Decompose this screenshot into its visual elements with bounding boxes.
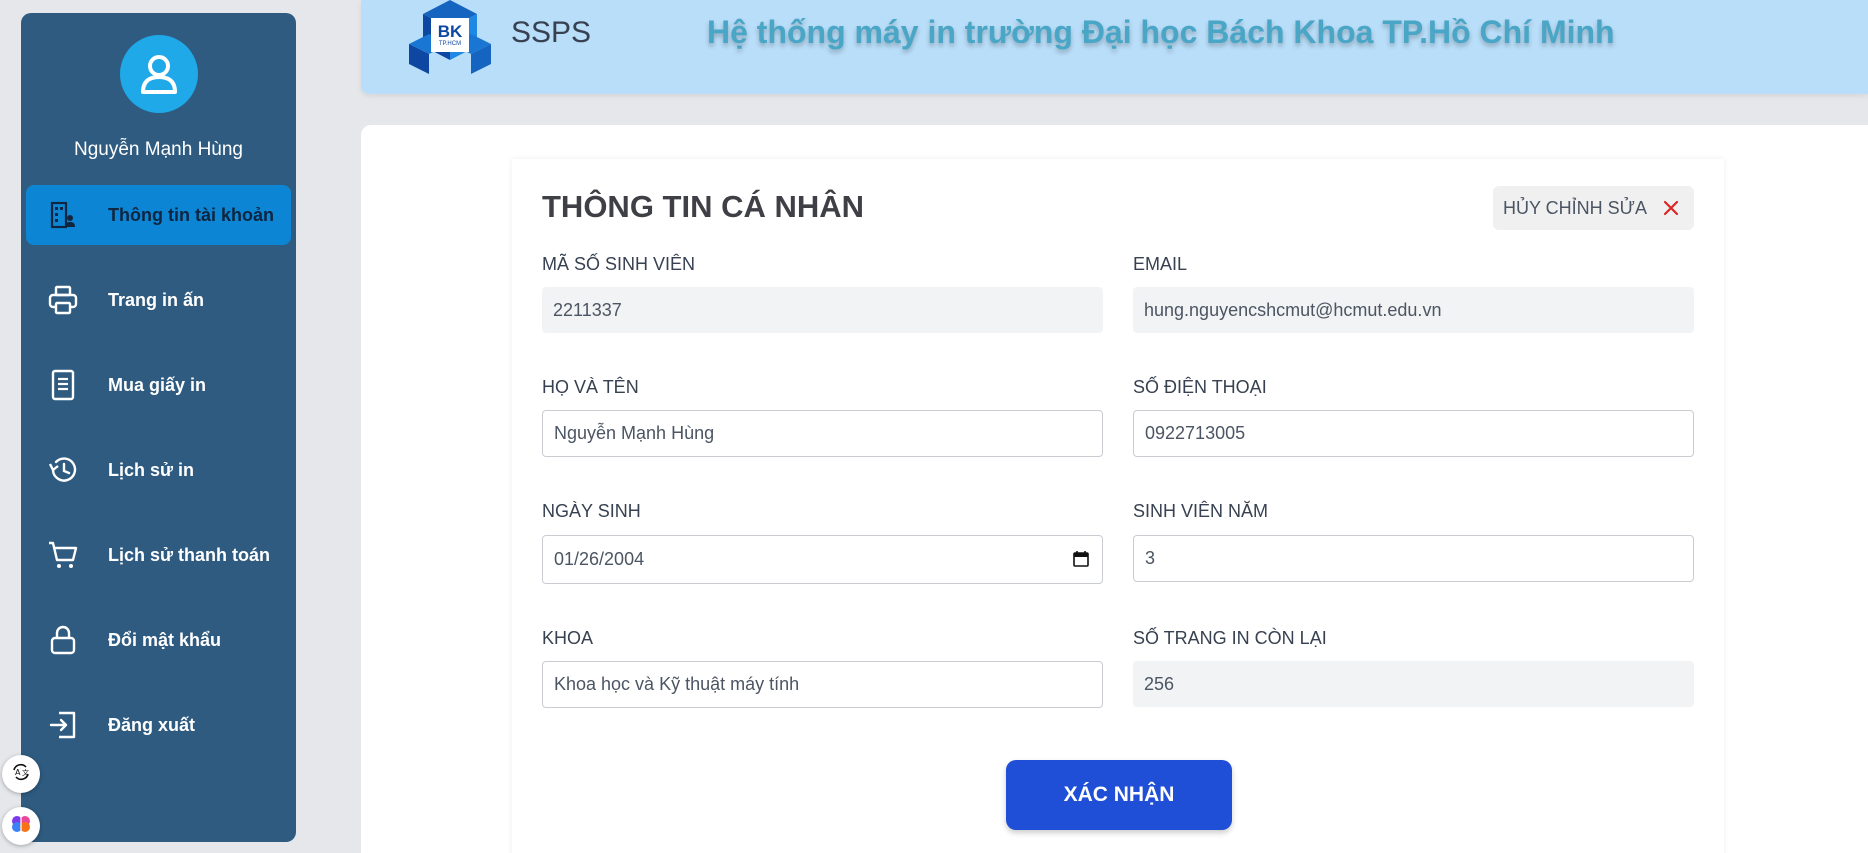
birthday-label: NGÀY SINH: [542, 501, 641, 521]
printer-icon: [46, 283, 80, 317]
lock-icon: [46, 623, 80, 657]
full-name-label: HỌ VÀ TÊN: [542, 377, 639, 397]
close-icon: [1660, 197, 1682, 219]
ai-extension-button[interactable]: [2, 807, 40, 845]
birthday-value: 01/26/2004: [554, 549, 645, 569]
year-label: SINH VIÊN NĂM: [1133, 501, 1269, 521]
translate-icon: A文: [11, 762, 31, 787]
cart-icon: [46, 538, 80, 572]
sidebar-item-label: Thông tin tài khoản: [108, 204, 274, 225]
document-icon: [46, 368, 80, 402]
sidebar-item-label: Mua giấy in: [108, 374, 207, 395]
birthday-date-input[interactable]: 01/26/2004: [542, 535, 1103, 584]
cancel-edit-label: HỦY CHỈNH SỬA: [1503, 197, 1648, 218]
svg-text:A: A: [15, 768, 21, 777]
sidebar-item-change-password[interactable]: Đổi mật khẩu: [26, 610, 291, 670]
sidebar-item-print-history[interactable]: Lịch sử in: [26, 440, 291, 500]
svg-text:文: 文: [22, 768, 29, 777]
faculty-label: KHOA: [542, 628, 594, 648]
brain-icon: [9, 812, 33, 841]
year-input[interactable]: 3: [1133, 535, 1694, 582]
profile-card: THÔNG TIN CÁ NHÂN HỦY CHỈNH SỬA MÃ SỐ SI…: [512, 159, 1724, 853]
sidebar-item-label: Đổi mật khẩu: [108, 629, 222, 650]
sidebar-item-label: Lịch sử in: [108, 459, 195, 480]
pages-left-label: SỐ TRANG IN CÒN LẠI: [1133, 628, 1327, 648]
building-user-icon: [46, 198, 80, 232]
email-field: hung.nguyencshcmut@hcmut.edu.vn: [1133, 287, 1694, 333]
calendar-icon[interactable]: [1072, 550, 1090, 568]
sidebar-item-logout[interactable]: Đăng xuất: [26, 695, 291, 755]
cancel-edit-button[interactable]: HỦY CHỈNH SỬA: [1493, 186, 1694, 230]
sidebar-item-label: Lịch sử thanh toán: [108, 544, 271, 565]
history-icon: [46, 453, 80, 487]
faculty-input[interactable]: Khoa học và Kỹ thuật máy tính: [542, 661, 1103, 708]
sidebar: Nguyễn Mạnh Hùng Thông tin tài khoản Tra…: [21, 13, 296, 842]
system-title: Hệ thống máy in trường Đại học Bách Khoa…: [707, 14, 1615, 50]
student-id-field: 2211337: [542, 287, 1103, 333]
sidebar-item-payment-history[interactable]: Lịch sử thanh toán: [26, 525, 291, 585]
bk-logo: BK TP.HCM: [409, 0, 491, 74]
sidebar-username: Nguyễn Mạnh Hùng: [74, 139, 243, 160]
user-avatar-icon[interactable]: [120, 35, 198, 113]
sidebar-item-label: Trang in ấn: [108, 289, 205, 310]
page-title: THÔNG TIN CÁ NHÂN: [542, 189, 865, 224]
sidebar-item-print-page[interactable]: Trang in ấn: [26, 270, 291, 330]
translate-extension-button[interactable]: A文: [2, 755, 40, 793]
logo-subtext: TP.HCM: [438, 41, 462, 47]
top-header: BK TP.HCM SSPS Hệ thống máy in trường Đạ…: [361, 0, 1868, 94]
email-label: EMAIL: [1133, 254, 1188, 274]
sidebar-item-account-info[interactable]: Thông tin tài khoản: [26, 185, 291, 245]
logout-icon: [46, 708, 80, 742]
phone-label: SỐ ĐIỆN THOẠI: [1133, 377, 1267, 397]
sidebar-item-buy-paper[interactable]: Mua giấy in: [26, 355, 291, 415]
main-panel: THÔNG TIN CÁ NHÂN HỦY CHỈNH SỬA MÃ SỐ SI…: [361, 125, 1868, 853]
brand-name: SSPS: [511, 16, 592, 49]
phone-input[interactable]: 0922713005: [1133, 410, 1694, 457]
full-name-input[interactable]: Nguyễn Mạnh Hùng: [542, 410, 1103, 457]
pages-left-field: 256: [1133, 661, 1694, 707]
confirm-button[interactable]: XÁC NHẬN: [1006, 760, 1232, 830]
logo-text: BK: [437, 22, 463, 41]
sidebar-item-label: Đăng xuất: [108, 714, 196, 735]
student-id-label: MÃ SỐ SINH VIÊN: [542, 254, 696, 274]
